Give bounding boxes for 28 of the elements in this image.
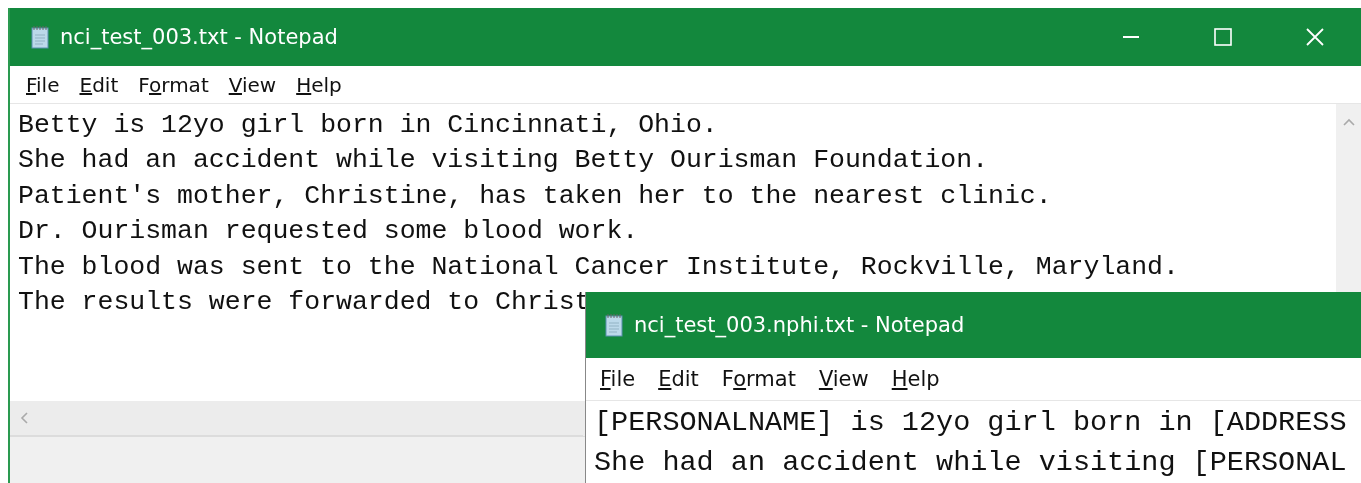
- text-line: She had an accident while visiting [PERSONAL: [594, 445, 1348, 481]
- menu-item[interactable]: Help: [288, 72, 350, 97]
- vertical-scrollbar[interactable]: [1336, 104, 1361, 292]
- scroll-left-icon[interactable]: [20, 412, 28, 424]
- notepad-icon: [30, 24, 50, 50]
- menu-item[interactable]: Help: [883, 367, 951, 391]
- menu-item[interactable]: File: [18, 72, 68, 97]
- window-title: nci_test_003.txt - Notepad: [60, 25, 338, 49]
- text-line: The blood was sent to the National Cancer Institute, Rockville, Maryland.: [18, 250, 1180, 284]
- scroll-up-icon[interactable]: [1342, 118, 1355, 126]
- maximize-icon: [1213, 27, 1233, 47]
- menu-item[interactable]: Format: [713, 367, 807, 391]
- text-line: [PERSONALNAME] is 12yo girl born in [ADDRESS: [594, 405, 1348, 441]
- text-line: Dr. Ourisman requested some blood work.: [18, 215, 640, 249]
- menu-item[interactable]: Format: [130, 72, 217, 97]
- notepad-icon: [604, 312, 624, 338]
- text-line: The results were forwarded to Christ: [18, 285, 592, 319]
- menu-item[interactable]: Edit: [650, 367, 710, 391]
- menu-item[interactable]: File: [592, 367, 647, 391]
- text-line: She had an accident while visiting Betty Ourisman Foundation.: [18, 144, 990, 178]
- text-line: Betty is 12yo girl born in Cincinnati, Ohio.: [18, 109, 719, 142]
- minimize-icon: [1121, 36, 1141, 38]
- text-line: Patient's mother, Christine, has taken her to the nearest clinic.: [18, 179, 1053, 213]
- menu-item[interactable]: Edit: [71, 72, 127, 97]
- close-icon: [1305, 27, 1325, 47]
- menu-item[interactable]: View: [810, 367, 880, 391]
- window-title: nci_test_003.nphi.txt - Notepad: [634, 313, 965, 337]
- menu-item[interactable]: View: [220, 72, 285, 97]
